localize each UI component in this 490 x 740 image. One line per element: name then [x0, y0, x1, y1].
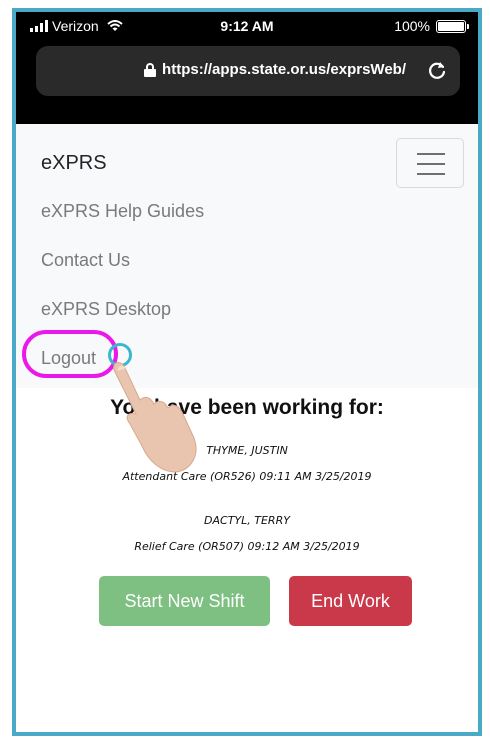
battery-fill	[438, 21, 464, 31]
entry-1-name: THYME, JUSTIN	[206, 444, 288, 457]
url-bar[interactable]: https://apps.state.or.us/exprsWeb/	[36, 46, 460, 96]
working-for-heading: You have been working for:	[110, 396, 384, 419]
lock-icon	[144, 62, 157, 77]
status-right: 100%	[394, 18, 469, 34]
status-bar: Verizon 9:12 AM 100%	[16, 12, 478, 40]
start-new-shift-button[interactable]: Start New Shift	[99, 576, 270, 626]
hamburger-icon[interactable]	[396, 138, 464, 188]
entry-1-details: Attendant Care (OR526) 09:11 AM 3/25/201…	[122, 470, 372, 483]
entry-2-name: DACTYL, TERRY	[204, 514, 290, 527]
nav-link-help-guides[interactable]: eXPRS Help Guides	[41, 200, 204, 249]
brand-name[interactable]: eXPRS	[41, 152, 107, 175]
nav-link-contact-us[interactable]: Contact Us	[41, 249, 204, 298]
battery-percent: 100%	[394, 18, 430, 34]
screenshot-frame: Verizon 9:12 AM 100% https://apps.state.…	[12, 8, 482, 736]
entry-2-details: Relief Care (OR507) 09:12 AM 3/25/2019	[134, 540, 360, 553]
battery-icon	[436, 19, 469, 33]
url-text: https://apps.state.or.us/exprsWeb/	[162, 61, 406, 78]
url-content: https://apps.state.or.us/exprsWeb/	[144, 61, 406, 78]
end-work-button[interactable]: End Work	[289, 576, 412, 626]
hand-pointer-icon	[113, 362, 197, 473]
phone-top-bar: Verizon 9:12 AM 100% https://apps.state.…	[16, 12, 478, 124]
reload-icon[interactable]	[426, 59, 448, 81]
